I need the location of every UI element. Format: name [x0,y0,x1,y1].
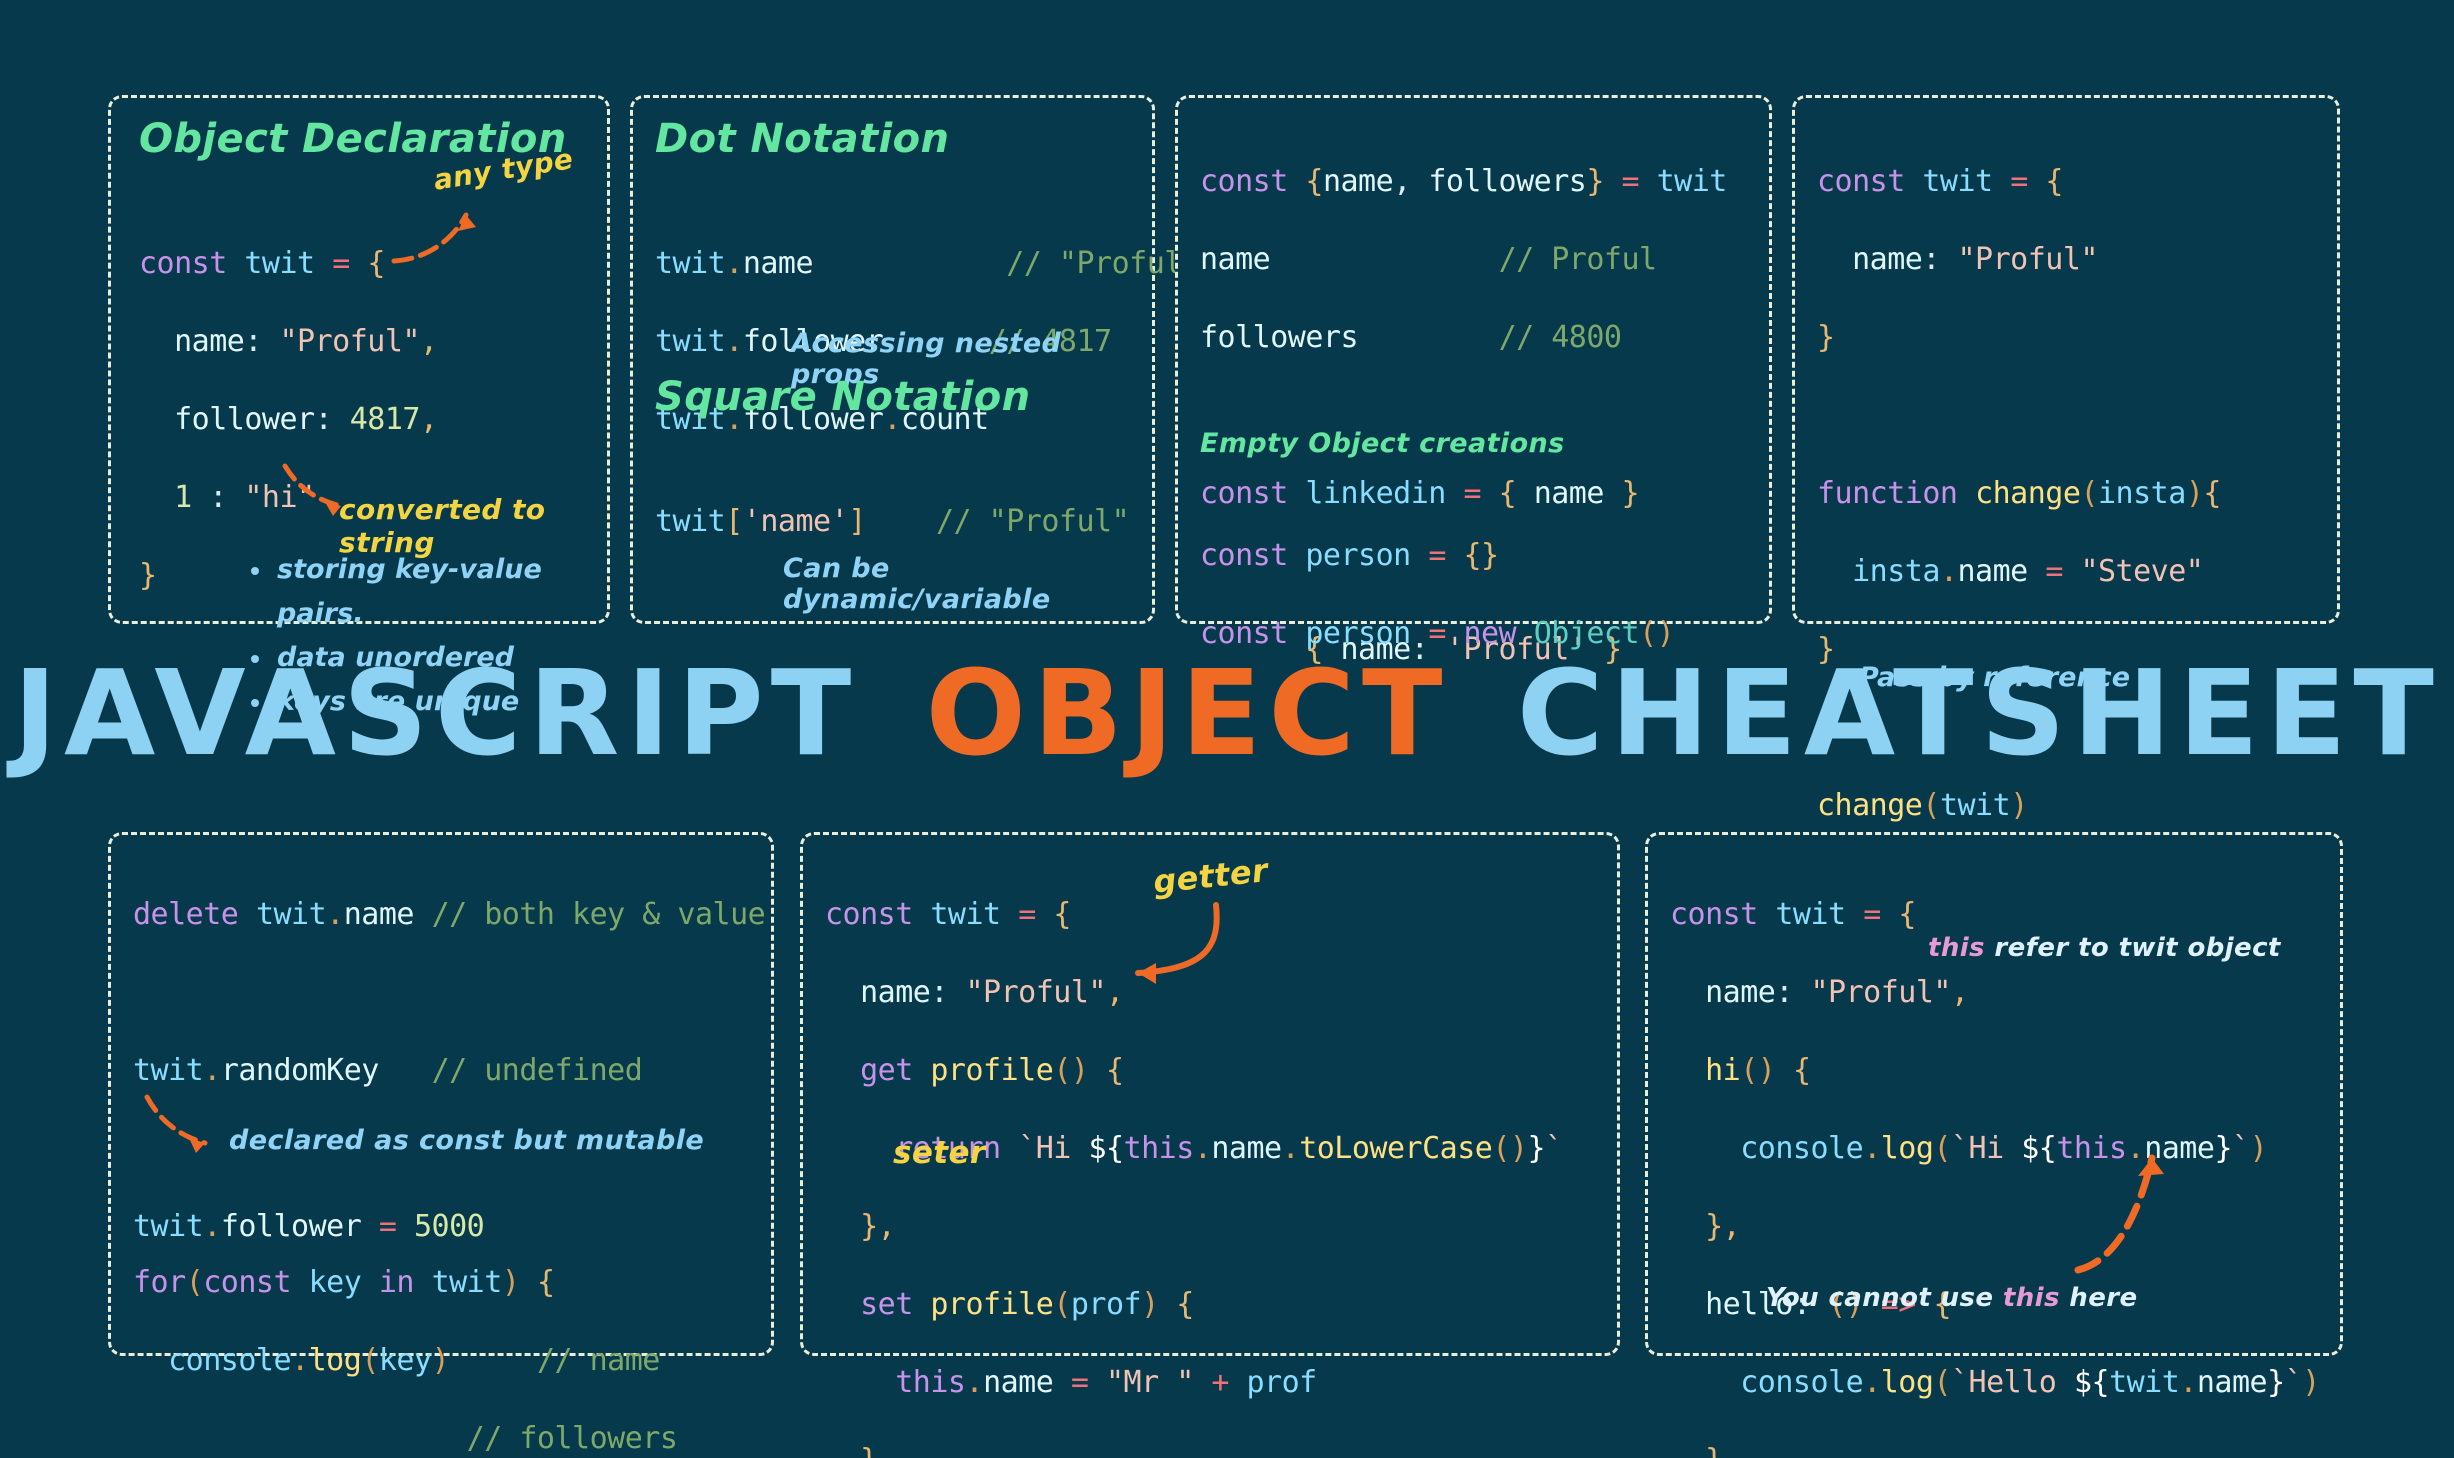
card-getter-setter: const twit = { name: "Proful", get profi… [800,832,1620,1458]
cheatsheet-canvas: Object Declaration const twit = { name: … [0,0,2454,1458]
code-line: function change(insta){ [1817,476,2221,511]
title-space [868,644,916,782]
code-line: insta.name = "Steve" [1852,554,2204,589]
title-space-2 [1459,644,1507,782]
code-line: }, [860,1209,896,1244]
code-line: const twit = { [1817,164,2063,199]
title-part-object: OBJECT [925,644,1450,782]
code-line: const person = {} [1200,538,1499,573]
page-title: JAVASCRIPT OBJECT CHEATSHEET [0,648,2454,778]
code-line: name: "Proful" [1852,242,2098,277]
code-line: hi() { [1705,1053,1811,1088]
annotation-cannot-c: here [2059,1283,2138,1313]
code-line: }, [1705,1209,1741,1244]
code-line: change(twit) [1817,788,2028,823]
annotation-dynamic-variable: Can be dynamic/variable [783,553,1051,615]
card-heading: Dot Notation [655,116,950,162]
code-line: twit.randomKey // undefined [133,1053,643,1088]
annotation-this-rest: refer to twit object [1984,933,2281,963]
code-line: name: "Proful", [860,975,1124,1010]
annotation-const-but-mutable: declared as const but mutable [229,1125,705,1156]
code-line: } [1817,320,1835,355]
list-item: storing key-value pairs. [241,548,607,636]
annotation-cannot-a: You cannot use [1766,1283,2003,1313]
code-block: const twit = { name: "Proful" } function… [1817,124,2221,942]
annotation-cannot-this: this [2002,1283,2060,1313]
code-line: console.log(`Hi ${this.name}`) [1740,1131,2268,1166]
code-block-loop: for(const key in twit) { console.log(key… [133,1225,678,1458]
code-line: const twit = { [139,246,385,281]
card-delete-and-loop: delete twit.name // both key & value twi… [108,832,774,1456]
code-line: name // Proful [1200,242,1657,277]
code-line: delete twit.name // both key & value [133,897,766,932]
code-line: name: "Proful", [174,324,438,359]
code-block-delete: delete twit.name // both key & value twi… [133,857,766,1285]
code-line: const {name, followers} = twit [1200,164,1727,199]
code-line: set profile(prof) { [860,1287,1194,1322]
code-line: console.log(key) // name [168,1343,660,1378]
card-this-keyword: const twit = { name: "Proful", hi() { co… [1645,832,2343,1458]
annotation-empty-object-creations: Empty Object creations [1200,428,1565,459]
annotation-this-refers: this refer to twit object [1928,933,2281,963]
card-pass-by-reference: const twit = { name: "Proful" } function… [1792,95,2340,901]
code-line: }, [1670,1441,2320,1458]
card-dot-notation: Dot Notation twit.name // "Proful" twit.… [630,95,1200,624]
title-part-cheatsheet: CHEATSHEET [1516,644,2441,782]
code-line: follower: 4817, [174,402,438,437]
code-line: this.name = "Mr " + prof [895,1365,1317,1400]
card-object-declaration: Object Declaration const twit = { name: … [108,95,610,717]
card-subheading-square: Square Notation [655,374,1031,420]
card-destructuring: const {name, followers} = twit name // P… [1175,95,1772,667]
code-line: for(const key in twit) { [133,1265,555,1300]
annotation-setter: seter [893,1135,986,1171]
annotation-this-token: this [1928,933,1985,963]
code-line: twit.name // "Proful" [655,246,1200,281]
title-part-javascript: JAVASCRIPT [13,644,859,782]
code-line: console.log(`Hello ${twit.name}`) [1740,1365,2320,1400]
code-line: twit['name'] // "Proful" [655,504,1130,539]
code-line: // followers [466,1421,678,1456]
code-line: get profile() { [860,1053,1124,1088]
code-line: const twit = { [1670,897,1916,932]
annotation-cannot-use-this: You cannot use this here [1766,1283,2137,1313]
code-line: const twit = { [825,897,1071,932]
code-line: } [825,1441,1563,1458]
code-line: name: "Proful", [1705,975,1969,1010]
code-line: followers // 4800 [1200,320,1622,355]
